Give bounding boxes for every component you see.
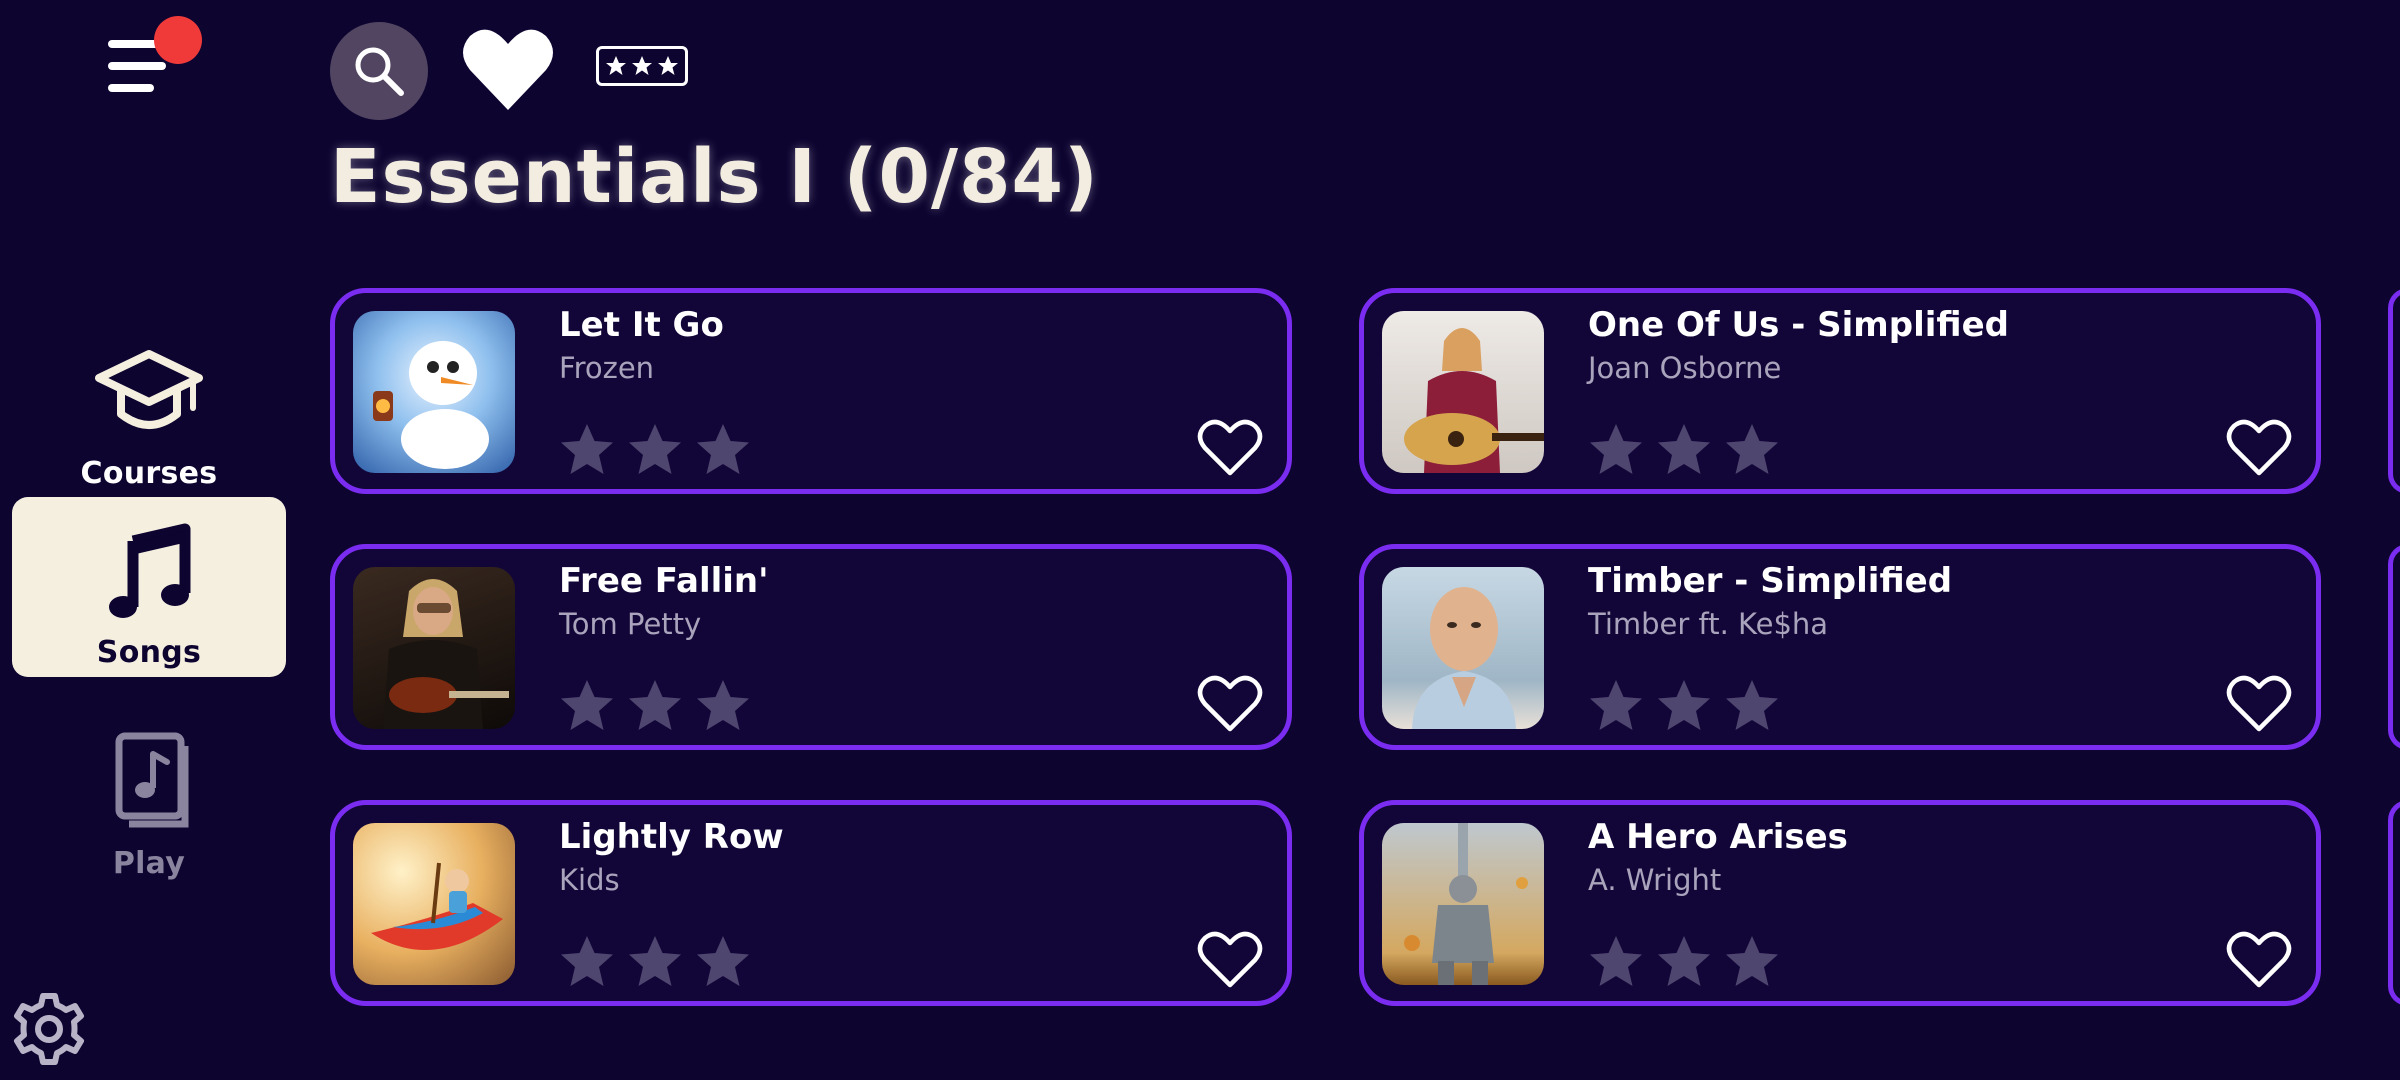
stars-filter-button[interactable] xyxy=(596,46,688,86)
page-title: Essentials I (0/84) xyxy=(330,134,1099,220)
song-thumbnail xyxy=(1382,567,1544,729)
star-rating xyxy=(1586,677,1782,735)
sidebar-item-label: Songs xyxy=(96,635,202,670)
artist-photo xyxy=(383,579,509,729)
song-title: One Of Us - Simplified xyxy=(1588,305,2009,345)
song-card-partial[interactable] xyxy=(2388,288,2400,494)
star-rating xyxy=(557,677,753,735)
heart-icon[interactable] xyxy=(2226,673,2292,735)
song-card[interactable]: Timber - Simplified Timber ft. Ke$ha xyxy=(1359,544,2321,750)
heart-icon[interactable] xyxy=(460,24,556,114)
kid-boat-image xyxy=(371,862,503,951)
song-artist: Frozen xyxy=(559,351,655,385)
song-artist: Kids xyxy=(559,863,620,897)
app-screen: Courses Songs Play Essentials I (0/84) L… xyxy=(0,0,2400,1080)
graduation-cap-icon xyxy=(95,350,203,429)
song-title: Free Fallin' xyxy=(559,561,769,601)
song-title: Timber - Simplified xyxy=(1588,561,1953,601)
star-icon xyxy=(1658,680,1710,730)
star-rating xyxy=(1586,933,1782,991)
song-title: Let It Go xyxy=(559,305,724,345)
sidebar-item-courses[interactable]: Courses xyxy=(12,318,286,498)
song-thumbnail xyxy=(353,823,515,985)
song-artist: Joan Osborne xyxy=(1588,351,1782,385)
sidebar-item-songs[interactable]: Songs xyxy=(12,497,286,677)
heart-icon[interactable] xyxy=(1197,673,1263,735)
song-artist: Timber ft. Ke$ha xyxy=(1588,607,1829,641)
search-icon xyxy=(355,47,404,96)
star-icon xyxy=(561,680,613,730)
star-icon xyxy=(561,936,613,986)
sidebar-item-label: Play xyxy=(112,846,186,881)
song-title: Lightly Row xyxy=(559,817,784,857)
menu-button[interactable] xyxy=(104,16,202,110)
artist-photo xyxy=(1404,328,1544,473)
menu-icon-bar xyxy=(108,84,154,92)
song-thumbnail xyxy=(1382,823,1544,985)
notification-dot xyxy=(154,16,202,64)
search-button[interactable] xyxy=(330,22,428,120)
song-artist: Tom Petty xyxy=(559,607,702,641)
song-thumbnail xyxy=(1382,311,1544,473)
menu-icon-bar xyxy=(108,62,166,70)
song-card-partial[interactable] xyxy=(2388,544,2400,750)
star-rating xyxy=(557,933,753,991)
song-card[interactable]: Lightly Row Kids xyxy=(330,800,1292,1006)
gear-icon[interactable] xyxy=(10,990,88,1068)
song-card[interactable]: A Hero Arises A. Wright xyxy=(1359,800,2321,1006)
stars-filter-icon xyxy=(606,56,678,75)
star-icon xyxy=(697,680,749,730)
artist-photo xyxy=(1412,587,1516,729)
star-icon xyxy=(1658,424,1710,474)
star-icon xyxy=(697,936,749,986)
heart-icon[interactable] xyxy=(1197,417,1263,479)
star-icon xyxy=(1590,424,1642,474)
star-icon xyxy=(629,680,681,730)
heart-icon[interactable] xyxy=(1197,929,1263,991)
star-icon xyxy=(1726,936,1778,986)
star-icon xyxy=(1590,680,1642,730)
star-icon xyxy=(629,936,681,986)
star-rating xyxy=(557,421,753,479)
star-icon xyxy=(1590,936,1642,986)
song-thumbnail xyxy=(353,567,515,729)
star-icon xyxy=(697,424,749,474)
song-artist: A. Wright xyxy=(1588,863,1722,897)
song-card[interactable]: Let It Go Frozen xyxy=(330,288,1292,494)
music-note-icon xyxy=(109,523,191,618)
sidebar-item-label: Courses xyxy=(80,456,218,491)
song-card[interactable]: Free Fallin' Tom Petty xyxy=(330,544,1292,750)
song-thumbnail xyxy=(353,311,515,473)
song-card-partial[interactable] xyxy=(2388,800,2400,1006)
sheet-music-icon xyxy=(115,732,189,828)
heart-icon[interactable] xyxy=(2226,417,2292,479)
song-card[interactable]: One Of Us - Simplified Joan Osborne xyxy=(1359,288,2321,494)
star-icon xyxy=(629,424,681,474)
star-icon xyxy=(1726,680,1778,730)
star-icon xyxy=(561,424,613,474)
heart-icon[interactable] xyxy=(2226,929,2292,991)
star-rating xyxy=(1586,421,1782,479)
star-icon xyxy=(1726,424,1778,474)
star-icon xyxy=(1658,936,1710,986)
snowman-image xyxy=(373,341,489,469)
song-title: A Hero Arises xyxy=(1588,817,1848,857)
sidebar-item-play[interactable]: Play xyxy=(12,708,286,888)
knight-image xyxy=(1404,823,1528,985)
